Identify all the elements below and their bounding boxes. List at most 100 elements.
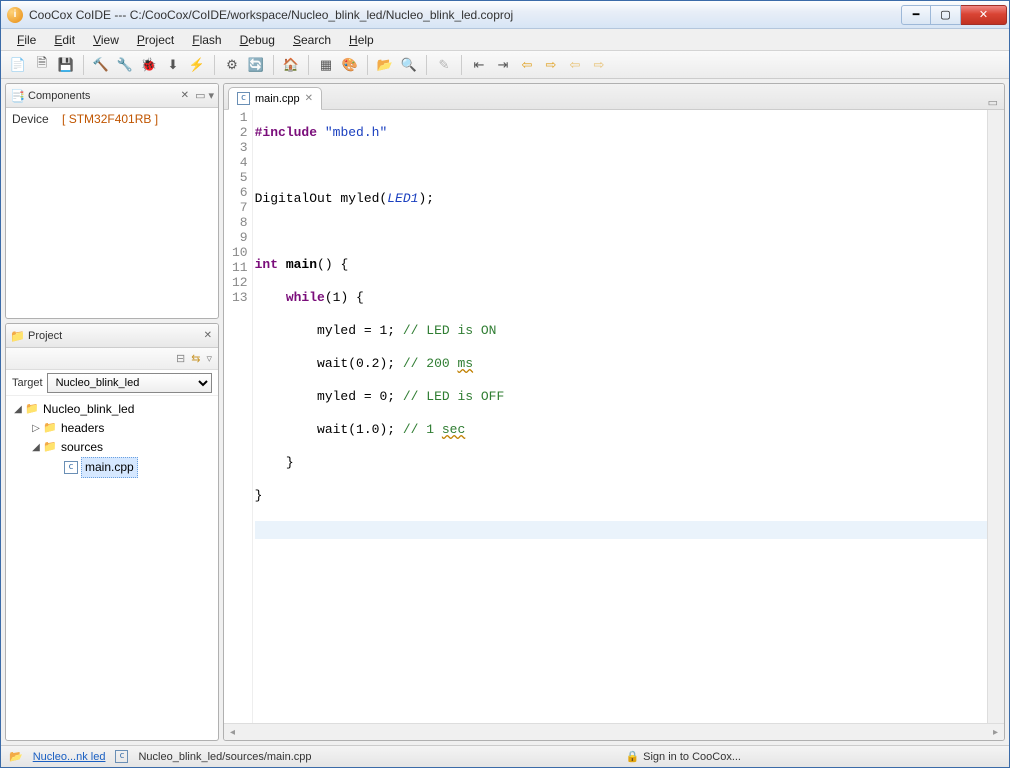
minimize-button[interactable]: ━ (901, 5, 931, 25)
app-icon: i (7, 7, 23, 23)
project-tree[interactable]: ◢ 📁 Nucleo_blink_led ▷ 📁 headers ◢ 📁 sou… (6, 396, 218, 482)
status-project-link[interactable]: Nucleo...nk led (33, 751, 106, 763)
menu-help[interactable]: Help (341, 31, 382, 49)
project-panel: 📁 Project ✕ ⊟ ⇆ ▿ Target Nucleo_blink_le… (5, 323, 219, 741)
save-icon[interactable]: 💾 (55, 54, 77, 76)
window-title: CooCox CoIDE --- C:/CooCox/CoIDE/workspa… (29, 8, 901, 22)
separator (426, 55, 427, 75)
new-file-icon[interactable]: 📄 (7, 54, 29, 76)
tree-main-cpp[interactable]: c main.cpp (8, 457, 216, 478)
horizontal-scrollbar[interactable]: ◂ ▸ (224, 723, 1004, 740)
editor-header-tools: ▭ (988, 96, 1004, 109)
forward2-icon[interactable]: ⇨ (588, 54, 610, 76)
components-panel-header[interactable]: 📑 Components ✕ ▭ ▾ (6, 84, 218, 108)
line-gutter: 12345678910111213 (224, 110, 253, 723)
rebuild-icon[interactable]: 🔧 (114, 54, 136, 76)
open-folder-icon[interactable]: 📂 (374, 54, 396, 76)
menu-bar: File Edit View Project Flash Debug Searc… (1, 29, 1009, 51)
close-button[interactable]: ✕ (961, 5, 1007, 25)
arrow-collapsed-icon[interactable]: ▷ (30, 419, 42, 438)
menu-search[interactable]: Search (285, 31, 339, 49)
menu-edit[interactable]: Edit (46, 31, 83, 49)
separator (214, 55, 215, 75)
collapse-icon[interactable]: ⊟ (176, 352, 185, 365)
c-file-icon: c (115, 750, 128, 763)
status-file-path: Nucleo_blink_led/sources/main.cpp (138, 751, 311, 763)
window-titlebar: i CooCox CoIDE --- C:/CooCox/CoIDE/works… (1, 1, 1009, 29)
view-menu-icon[interactable]: ▿ (206, 352, 212, 365)
arrow-expanded-icon[interactable]: ◢ (30, 438, 42, 457)
scroll-left-icon[interactable]: ◂ (224, 724, 241, 741)
project-icon: 📁 (10, 329, 24, 343)
new-folder-icon[interactable]: 🗎 (31, 54, 53, 76)
editor-tab-label: main.cpp (255, 93, 300, 105)
forward-icon[interactable]: ⇨ (540, 54, 562, 76)
nav-right-icon[interactable]: ⇥ (492, 54, 514, 76)
code-area[interactable]: #include "mbed.h" DigitalOut myled(LED1)… (253, 110, 987, 723)
back2-icon[interactable]: ⇦ (564, 54, 586, 76)
lock-icon: 🔒 (625, 750, 639, 763)
tree-root-label: Nucleo_blink_led (43, 400, 134, 419)
grid-icon[interactable]: ▦ (315, 54, 337, 76)
tree-main-label: main.cpp (81, 457, 138, 478)
tree-root[interactable]: ◢ 📁 Nucleo_blink_led (8, 400, 216, 419)
minimize-panel-icon[interactable]: ▭ (195, 89, 205, 102)
refresh-icon[interactable]: 🔄 (245, 54, 267, 76)
restore-panel-icon[interactable]: ▭ (988, 96, 998, 109)
menu-debug[interactable]: Debug (232, 31, 283, 49)
maximize-button[interactable]: ▢ (931, 5, 961, 25)
flash-icon[interactable]: ⚡ (186, 54, 208, 76)
signin-link[interactable]: 🔒 Sign in to CooCox... (625, 750, 741, 763)
target-label: Target (12, 377, 43, 389)
components-panel-close[interactable]: ✕ (179, 90, 191, 101)
menu-file[interactable]: File (9, 31, 44, 49)
debug-icon[interactable]: 🐞 (138, 54, 160, 76)
components-panel-tools: ▭ ▾ (195, 89, 214, 102)
window-controls: ━ ▢ ✕ (901, 5, 1007, 25)
tree-headers[interactable]: ▷ 📁 headers (8, 419, 216, 438)
project-toolbar: ⊟ ⇆ ▿ (6, 348, 218, 370)
device-value[interactable]: [ STM32F401RB ] (62, 112, 158, 126)
editor-panel: c main.cpp ✕ ▭ 12345678910111213 #includ… (223, 83, 1005, 741)
separator (308, 55, 309, 75)
device-label: Device (12, 112, 49, 126)
main-toolbar: 📄 🗎 💾 🔨 🔧 🐞 ⬇ ⚡ ⚙ 🔄 🏠 ▦ 🎨 📂 🔍 ✎ ⇤ ⇥ ⇦ ⇨ … (1, 51, 1009, 79)
home-icon[interactable]: 🏠 (280, 54, 302, 76)
project-panel-close[interactable]: ✕ (202, 330, 214, 341)
editor-body[interactable]: 12345678910111213 #include "mbed.h" Digi… (224, 110, 1004, 723)
separator (83, 55, 84, 75)
left-column: 📑 Components ✕ ▭ ▾ Device [ STM32F401RB … (1, 79, 221, 745)
panel-menu-icon[interactable]: ▾ (208, 89, 214, 102)
link-editor-icon[interactable]: ⇆ (191, 352, 200, 365)
tree-headers-label: headers (61, 419, 104, 438)
search-icon[interactable]: 🔍 (398, 54, 420, 76)
tree-sources[interactable]: ◢ 📁 sources (8, 438, 216, 457)
scroll-right-icon[interactable]: ▸ (987, 724, 1004, 741)
menu-flash[interactable]: Flash (184, 31, 229, 49)
project-folder-icon: 📁 (24, 403, 40, 417)
vertical-scrollbar[interactable] (987, 110, 1004, 723)
edit-icon[interactable]: ✎ (433, 54, 455, 76)
c-file-icon: c (64, 461, 78, 474)
tab-close-icon[interactable]: ✕ (305, 93, 313, 104)
editor-tabs: c main.cpp ✕ ▭ (224, 84, 1004, 110)
workspace: 📑 Components ✕ ▭ ▾ Device [ STM32F401RB … (1, 79, 1009, 745)
gear-icon[interactable]: ⚙ (221, 54, 243, 76)
arrow-expanded-icon[interactable]: ◢ (12, 400, 24, 419)
tree-sources-label: sources (61, 438, 103, 457)
project-panel-title: Project (28, 330, 198, 342)
palette-icon[interactable]: 🎨 (339, 54, 361, 76)
download-icon[interactable]: ⬇ (162, 54, 184, 76)
menu-project[interactable]: Project (129, 31, 182, 49)
editor-tab-main[interactable]: c main.cpp ✕ (228, 87, 322, 110)
build-icon[interactable]: 🔨 (90, 54, 112, 76)
folder-icon: 📁 (42, 422, 58, 436)
components-panel-title: Components (28, 90, 175, 102)
target-select[interactable]: Nucleo_blink_led (47, 373, 212, 393)
target-row: Target Nucleo_blink_led (6, 370, 218, 396)
back-icon[interactable]: ⇦ (516, 54, 538, 76)
menu-view[interactable]: View (85, 31, 127, 49)
nav-left-icon[interactable]: ⇤ (468, 54, 490, 76)
project-panel-header[interactable]: 📁 Project ✕ (6, 324, 218, 348)
status-bar: 📂 Nucleo...nk led c Nucleo_blink_led/sou… (1, 745, 1009, 767)
